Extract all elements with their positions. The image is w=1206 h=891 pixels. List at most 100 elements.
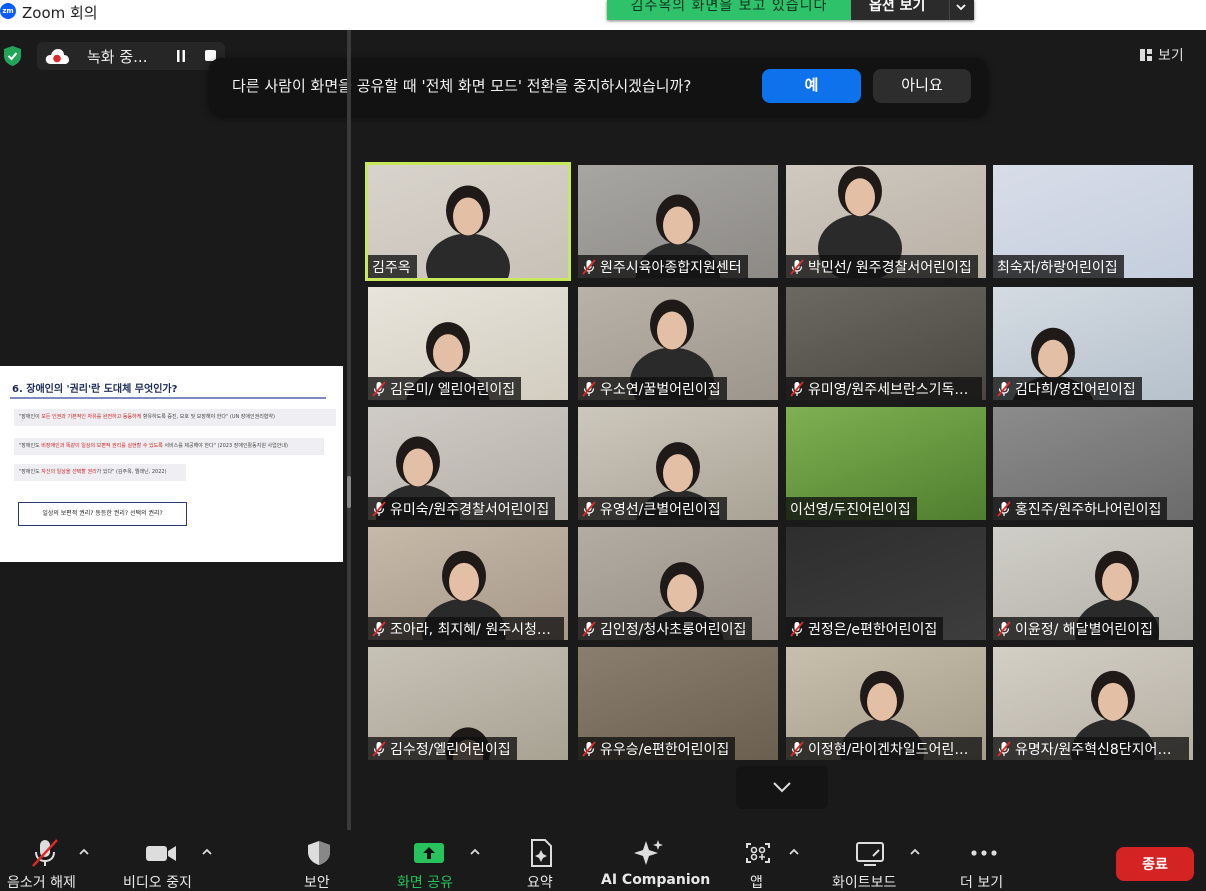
security-label: 보안: [304, 875, 330, 891]
muted-microphone-icon: [372, 620, 386, 637]
security-button[interactable]: 보안: [285, 831, 353, 891]
summary-label: 요약: [527, 875, 553, 891]
whiteboard-icon: [856, 842, 884, 866]
whiteboard-options-chevron-icon[interactable]: [909, 847, 921, 857]
participant-name: 유우승/e편한어린이집: [600, 741, 730, 758]
encryption-shield-icon[interactable]: [4, 46, 21, 66]
participant-tile[interactable]: 김수정/엘린어린이집: [368, 647, 568, 760]
no-button[interactable]: 아니요: [873, 69, 971, 103]
gallery-next-page-button[interactable]: [736, 766, 828, 809]
chevron-down-icon: [956, 4, 966, 11]
participant-tile[interactable]: 김은미/ 엘린어린이집: [368, 287, 568, 400]
muted-microphone-icon: [997, 740, 1011, 757]
participant-tile[interactable]: 원주시육아종합지원센터: [578, 165, 778, 278]
participant-name-tag: 이정현/라이겐차일드어린이집: [786, 737, 982, 760]
muted-microphone-icon: [997, 380, 1011, 397]
participant-name: 권정은/e편한어린이집: [808, 621, 938, 638]
participant-tile[interactable]: 김다희/영진어린이집: [993, 287, 1193, 400]
view-options-button[interactable]: 옵션 보기: [851, 0, 974, 20]
participant-name: 이정현/라이겐차일드어린이집: [808, 741, 976, 758]
ai-companion-button[interactable]: AI Companion: [596, 831, 710, 891]
slide-question-box: 일상의 보편적 권리? 동등한 권리? 선택의 권리?: [18, 502, 187, 526]
participant-tile[interactable]: 홍진주/원주하나어린이집: [993, 407, 1193, 520]
muted-microphone-icon: [582, 740, 596, 757]
participant-tile[interactable]: 김주옥: [365, 162, 571, 281]
participant-name: 유미숙/원주경찰서어린이집: [390, 501, 550, 518]
participant-name-tag: 우소연/꿀벌어린이집: [578, 377, 727, 400]
share-options-chevron-icon[interactable]: [469, 847, 481, 857]
stop-video-label: 비디오 중지: [123, 875, 192, 891]
muted-microphone-icon: [997, 620, 1011, 637]
pause-recording-icon[interactable]: [176, 50, 186, 62]
participant-tile[interactable]: 우소연/꿀벌어린이집: [578, 287, 778, 400]
participant-tile[interactable]: 유우승/e편한어린이집: [578, 647, 778, 760]
fullscreen-mode-dialog: 다른 사람이 화면을 공유할 때 '전체 화면 모드' 전환을 중지하시겠습니까…: [209, 58, 987, 115]
muted-microphone-icon: [372, 380, 386, 397]
muted-microphone-icon: [582, 258, 596, 275]
yes-button[interactable]: 예: [762, 69, 861, 103]
slide-title: 6. 장애인의 '권리'란 도대체 무엇인가?: [12, 384, 178, 395]
participant-name-tag: 조아라, 최지혜/ 원주시청어린이집: [368, 617, 564, 640]
participant-name: 이윤정/ 해달별어린이집: [1015, 621, 1153, 638]
participant-tile[interactable]: 권정은/e편한어린이집: [786, 527, 986, 640]
participant-name-tag: 유미숙/원주경찰서어린이집: [368, 497, 556, 520]
summary-document-icon: [531, 839, 552, 867]
participant-name-tag: 박민선/ 원주경찰서어린이집: [786, 255, 978, 278]
muted-microphone-icon: [372, 500, 386, 517]
participant-name: 원주시육아종합지원센터: [600, 259, 742, 276]
more-button[interactable]: 더 보기: [950, 831, 1018, 891]
participant-name: 유영선/큰별어린이집: [600, 501, 721, 518]
participant-name-tag: 김다희/영진어린이집: [993, 377, 1142, 400]
participant-name-tag: 유영선/큰별어린이집: [578, 497, 727, 520]
participant-name: 김주옥: [372, 259, 411, 276]
participant-tile[interactable]: 유미숙/원주경찰서어린이집: [368, 407, 568, 520]
participant-name-tag: 김수정/엘린어린이집: [368, 737, 517, 760]
participant-tile[interactable]: 조아라, 최지혜/ 원주시청어린이집: [368, 527, 568, 640]
end-meeting-button[interactable]: 종료: [1116, 847, 1194, 881]
participant-tile[interactable]: 최숙자/하랑어린이집: [993, 165, 1193, 278]
chevron-down-icon: [773, 782, 791, 793]
participant-name: 우소연/꿀벌어린이집: [600, 381, 721, 398]
participant-tile[interactable]: 유영선/큰별어린이집: [578, 407, 778, 520]
participant-tile[interactable]: 이윤정/ 해달별어린이집: [993, 527, 1193, 640]
participant-tile[interactable]: 유미영/원주세브란스기독병원어린이집: [786, 287, 986, 400]
zoom-logo-icon: zm: [0, 3, 16, 19]
unmute-button[interactable]: 음소거 해제: [0, 831, 100, 891]
participant-tile[interactable]: 이정현/라이겐차일드어린이집: [786, 647, 986, 760]
apps-button[interactable]: 앱: [733, 831, 785, 891]
participant-name: 유미영/원주세브란스기독병원어린이집: [808, 381, 976, 398]
participant-tile[interactable]: 이선영/두진어린이집: [786, 407, 986, 520]
summary-button[interactable]: 요약: [510, 831, 572, 891]
apps-label: 앱: [750, 875, 763, 891]
whiteboard-button[interactable]: 화이트보드: [828, 831, 912, 891]
view-button[interactable]: 보기: [1130, 42, 1198, 68]
participant-name-tag: 이선영/두진어린이집: [786, 497, 917, 520]
more-label: 더 보기: [960, 875, 1004, 891]
participant-tile[interactable]: 유명자/원주혁신8단지어린이집: [993, 647, 1193, 760]
muted-microphone-icon: [790, 740, 804, 757]
slide-title-underline: [10, 397, 326, 399]
apps-options-chevron-icon[interactable]: [788, 847, 800, 857]
audio-options-chevron-icon[interactable]: [78, 847, 90, 857]
divider-drag-handle[interactable]: [347, 476, 351, 508]
slide-quote-3: "장애인도 자신의 일상을 선택할 권리가 있다" (김주옥, 엘래닌, 202…: [14, 464, 186, 481]
participant-name: 김수정/엘린어린이집: [390, 741, 511, 758]
participant-name: 김다희/영진어린이집: [1015, 381, 1136, 398]
participant-name: 홍진주/원주하나어린이집: [1015, 501, 1162, 518]
participant-tile[interactable]: 김인정/청사초롱어린이집: [578, 527, 778, 640]
stop-video-button[interactable]: 비디오 중지: [112, 831, 207, 891]
unmute-label: 음소거 해제: [7, 875, 76, 891]
muted-microphone-icon: [790, 258, 804, 275]
muted-microphone-icon: [582, 620, 596, 637]
participant-name-tag: 김인정/청사초롱어린이집: [578, 617, 753, 640]
panel-divider[interactable]: [347, 30, 351, 830]
muted-microphone-icon: [372, 740, 386, 757]
recording-indicator: 녹화 중...: [37, 42, 225, 70]
muted-microphone-icon: [582, 380, 596, 397]
share-screen-button[interactable]: 화면 공유: [390, 831, 468, 891]
participant-tile[interactable]: 박민선/ 원주경찰서어린이집: [786, 165, 986, 278]
video-options-chevron-icon[interactable]: [201, 847, 213, 857]
slide-quote-1: "장애인이 모든 인권과 기본적인 자유를 완전하고 동등하게 향유하도록 증진…: [14, 409, 336, 426]
participant-name: 이선영/두진어린이집: [790, 501, 911, 518]
share-banner-message: 김주옥의 화면을 보고 있습니다: [607, 0, 851, 20]
